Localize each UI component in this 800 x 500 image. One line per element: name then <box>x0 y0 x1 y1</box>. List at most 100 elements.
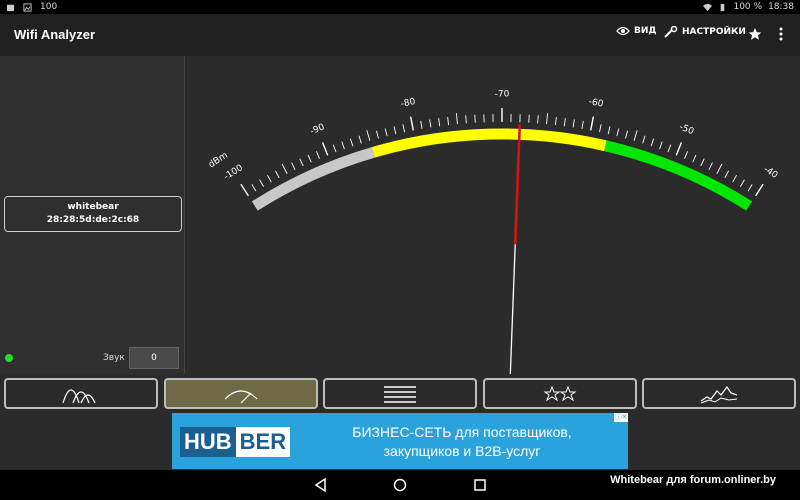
meter-tick <box>409 116 414 131</box>
meter-tick <box>650 138 655 147</box>
android-notification-icon <box>6 4 15 11</box>
meter-tick <box>755 183 764 197</box>
meter-tick <box>438 118 441 127</box>
view-tabs <box>0 376 800 412</box>
ad-close-icon[interactable]: ⓘ✕ <box>614 413 628 422</box>
meter-tick <box>259 179 265 187</box>
meter-tick-label: -40 <box>761 165 779 181</box>
meter-tick <box>554 117 557 126</box>
wrench-icon <box>664 26 678 38</box>
tab-time-graph[interactable] <box>642 378 796 409</box>
meter-ticks <box>240 108 764 197</box>
tab-channel-rating[interactable] <box>483 378 637 409</box>
meter-tick <box>607 126 611 135</box>
signal-meter: -100 -90 -80 -70 -60 -50 -40 dBm <box>207 90 779 374</box>
meter-tick-label: -90 <box>309 122 327 137</box>
meter-tick <box>291 162 296 170</box>
meter-tick <box>251 184 257 192</box>
meter-tick <box>332 144 337 153</box>
meter-tick <box>315 151 320 159</box>
meter-zone-1 <box>371 128 607 158</box>
needle-tail <box>509 244 516 374</box>
meter-tick <box>275 170 280 179</box>
meter-tick <box>429 119 432 128</box>
meter-tick <box>581 120 584 129</box>
back-icon[interactable] <box>312 476 330 494</box>
meter-tick-label: -80 <box>400 97 417 110</box>
meter-tick <box>281 163 288 174</box>
tab-channel-graph[interactable] <box>4 378 158 409</box>
watermark: Whitebear для forum.onliner.by <box>610 474 776 486</box>
meter-tick <box>732 174 737 183</box>
meter-tick <box>366 130 371 141</box>
meter-tick <box>616 128 620 137</box>
wifi-status-icon <box>703 3 713 11</box>
meter-tick <box>716 163 723 174</box>
meter-tick <box>667 144 672 153</box>
meter-tick <box>724 170 729 179</box>
meter-tick <box>393 126 397 135</box>
battery-percent: 100 % <box>733 2 763 12</box>
home-icon[interactable] <box>391 476 409 494</box>
meter-tick <box>537 115 539 124</box>
network-selector[interactable]: whitebear 28:28:5d:de:2c:68 <box>4 196 182 232</box>
meter-tick-label: -70 <box>495 90 510 100</box>
meter-zone-2 <box>604 140 753 211</box>
rating-stars-icon <box>543 385 577 401</box>
sound-label: Звук <box>103 353 125 363</box>
settings-label: НАСТРОЙКИ <box>682 27 746 37</box>
meter-tick <box>590 116 595 131</box>
meter-tick <box>675 142 683 156</box>
clock: 18:38 <box>768 2 794 12</box>
meter-tick <box>684 151 689 159</box>
ad-logo: HUB BER <box>180 427 291 457</box>
recents-icon[interactable] <box>471 476 489 494</box>
app-bar: Wifi Analyzer ВИД НАСТРОЙКИ <box>0 14 800 56</box>
meter-tick <box>572 119 575 128</box>
status-bar: 100 100 % 18:38 <box>0 0 800 14</box>
eye-icon <box>616 26 630 36</box>
meter-tick <box>299 158 304 167</box>
tab-signal-meter[interactable] <box>164 378 318 409</box>
needle-head <box>513 124 522 245</box>
meter-tick <box>447 117 450 126</box>
settings-button[interactable]: НАСТРОЙКИ <box>664 26 746 38</box>
meter-zones <box>251 128 753 211</box>
gauge-icon <box>224 389 258 403</box>
meter-tick <box>420 120 423 129</box>
ad-text: БИЗНЕС-СЕТЬ для поставщиков, закупщиков … <box>352 424 572 459</box>
meter-tick <box>625 130 629 139</box>
meter-tick <box>321 142 329 156</box>
meter-unit-label: dBm <box>207 151 230 171</box>
screen: 100 100 % 18:38 Wifi Analyzer ВИД НАСТРО… <box>0 0 800 500</box>
overflow-menu-icon[interactable] <box>778 27 784 41</box>
meter-tick <box>465 115 467 124</box>
meter-tick <box>349 138 354 147</box>
star-icon[interactable] <box>748 27 762 41</box>
meter-tick <box>747 184 753 192</box>
meter-tick <box>642 135 646 144</box>
left-panel: whitebear 28:28:5d:de:2c:68 Звук 0 <box>0 56 185 374</box>
battery-icon <box>721 3 725 11</box>
status-led <box>5 354 13 362</box>
sound-toggle[interactable]: 0 <box>129 347 179 369</box>
meter-tick <box>307 154 312 163</box>
network-mac: 28:28:5d:de:2c:68 <box>46 215 140 225</box>
meter-tick <box>708 162 713 170</box>
channel-graph-icon <box>62 388 96 403</box>
view-button[interactable]: ВИД <box>616 26 656 36</box>
app-title: Wifi Analyzer <box>14 27 96 42</box>
meter-tick-label: -60 <box>588 97 605 110</box>
meter-tick <box>700 158 705 167</box>
meter-tick-label: -50 <box>678 122 696 137</box>
meter-tick <box>240 183 249 197</box>
meter-tick <box>659 141 663 150</box>
meter-tick <box>599 124 602 133</box>
meter-tick <box>402 124 405 133</box>
ad-banner[interactable]: HUB BER БИЗНЕС-СЕТЬ для поставщиков, заку… <box>172 413 628 469</box>
view-label: ВИД <box>634 26 657 36</box>
tab-ap-list[interactable] <box>323 378 477 409</box>
time-graph-icon <box>700 385 738 403</box>
meter-tick <box>341 141 345 150</box>
meter-tick <box>692 154 697 163</box>
